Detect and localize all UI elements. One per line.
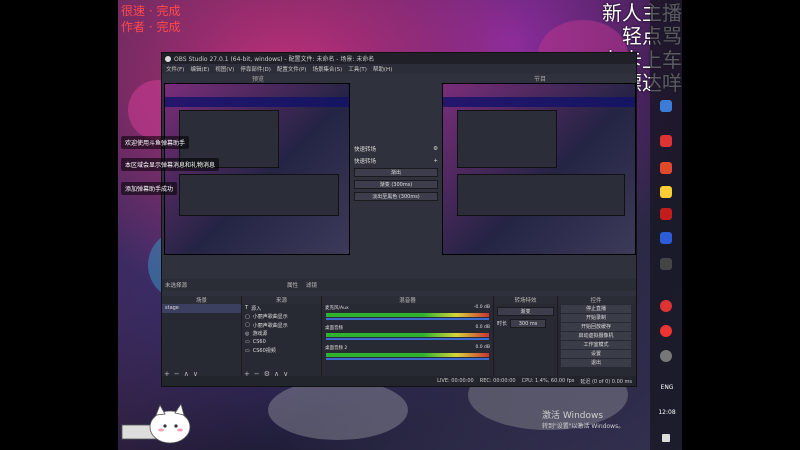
transition-fade-button[interactable]: 渐出 xyxy=(354,168,438,177)
app-icon[interactable] xyxy=(660,300,672,312)
scene-item[interactable]: stage xyxy=(162,304,241,313)
tray-icon[interactable] xyxy=(660,350,672,362)
transition-crossfade-button[interactable]: 渐变 (300ms) xyxy=(354,180,438,189)
volume-meter xyxy=(326,353,489,357)
menu-view[interactable]: 视图(V) xyxy=(215,65,234,73)
overlay-credit-1: 很速 · 完成 xyxy=(121,4,181,18)
menu-scene-collection[interactable]: 场景集合(S) xyxy=(312,65,342,73)
browser-icon[interactable] xyxy=(660,100,672,112)
window-title: OBS Studio 27.0.1 (64-bit, windows) - 配置… xyxy=(174,56,375,63)
program-canvas xyxy=(442,83,636,255)
menu-file[interactable]: 文件(F) xyxy=(166,65,184,73)
mixer-channel: 麦克风/Aux -0.0 dB xyxy=(322,304,493,324)
rec-timer: REC: 00:00:00 xyxy=(479,378,516,384)
duration-label: 时长 xyxy=(497,321,508,327)
source-toolbar: 未选择源 属性 滤镜 xyxy=(162,279,636,291)
sources-header: 来源 xyxy=(242,296,321,304)
mixer-channel: 桌面音频 2 0.0 dB xyxy=(322,344,493,364)
scenes-dock: 场景 stage + − ∧ ∨ xyxy=(162,296,242,378)
mixer-channel: 桌面音频 0.0 dB xyxy=(322,324,493,344)
app-icon[interactable] xyxy=(660,208,672,220)
menu-tools[interactable]: 工具(T) xyxy=(348,65,367,73)
docks-area: 场景 stage + − ∧ ∨ 来源 T 源入 ▢ 小丽声歌曲显示 ▢ 小丽声歌曲显示 … xyxy=(162,296,636,378)
app-icon[interactable] xyxy=(660,232,672,244)
obs-logo-icon xyxy=(165,55,171,62)
source-item[interactable]: ▢ 小丽声歌曲显示 xyxy=(242,313,321,322)
studio-mode-button[interactable]: 工作室模式 xyxy=(561,340,631,349)
volume-slider[interactable] xyxy=(326,338,489,340)
app-icon[interactable] xyxy=(660,258,672,270)
activate-windows-watermark: 激活 Windows 转到"设置"以激活 Windows。 xyxy=(542,408,624,430)
cat-mascot-icon xyxy=(121,403,191,444)
source-item[interactable]: ▢ 小丽声歌曲显示 xyxy=(242,321,321,330)
controls-dock: 控件 停止直播 开始录制 开始回放缓存 启动虚拟摄像机 工作室模式 设置 退出 xyxy=(558,296,634,378)
chat-message: 本区域会显示弹幕消息和礼物消息 xyxy=(121,158,220,171)
cpu-fps: CPU: 1.4%, 60.00 fps xyxy=(521,378,575,384)
mixer-header: 混音器 xyxy=(322,296,493,304)
volume-slider[interactable] xyxy=(326,358,489,360)
mixer-dock: 混音器 麦克风/Aux -0.0 dB 桌面音频 0.0 dB 桌面音频 2 0.0 … xyxy=(322,296,494,378)
latency: 延迟 (0 of 0) 0.00 ms xyxy=(580,378,632,385)
properties-button[interactable]: 属性 xyxy=(287,281,298,289)
clock[interactable]: 12:08 xyxy=(652,409,682,416)
chat-message: 欢迎使用斗鱼弹幕助手 xyxy=(121,136,190,149)
start-virtual-camera-button[interactable]: 启动虚拟摄像机 xyxy=(561,331,631,340)
stop-streaming-button[interactable]: 停止直播 xyxy=(561,304,631,313)
filters-button[interactable]: 滤镜 xyxy=(306,281,317,289)
taskbar xyxy=(650,0,682,450)
notification-icon[interactable] xyxy=(662,434,670,442)
gear-icon[interactable]: ⚙ xyxy=(433,146,438,152)
transition-panel: 快速转场 ⚙ 快速转场 + 渐出 渐变 (300ms) 淡出至黑色 (300ms… xyxy=(354,144,438,224)
preview-label: 预览 xyxy=(252,76,265,83)
start-replay-buffer-button[interactable]: 开始回放缓存 xyxy=(561,322,631,331)
exit-button[interactable]: 退出 xyxy=(561,358,631,367)
chat-message: 添加弹幕助手成功 xyxy=(121,182,178,195)
quick-transition-label: 快速转场 xyxy=(354,146,377,153)
transitions-dock: 转场特效 渐变 时长 300 ms xyxy=(494,296,558,378)
no-source-label: 未选择源 xyxy=(165,283,188,289)
source-item[interactable]: T 源入 xyxy=(242,304,321,313)
scenes-header: 场景 xyxy=(162,296,241,304)
app-icon[interactable] xyxy=(660,135,672,147)
app-icon[interactable] xyxy=(660,325,672,337)
menu-bar: 文件(F) 编辑(E) 视图(V) 停靠部件(D) 配置文件(P) 场景集合(S… xyxy=(162,64,636,74)
activate-subtitle: 转到"设置"以激活 Windows。 xyxy=(542,423,625,430)
status-bar: LIVE: 00:00:00 REC: 00:00:00 CPU: 1.4%, … xyxy=(162,376,636,386)
right-letterbox xyxy=(682,0,800,450)
program-label: 节目 xyxy=(534,76,547,83)
menu-profile[interactable]: 配置文件(P) xyxy=(277,65,307,73)
menu-edit[interactable]: 编辑(E) xyxy=(190,65,209,73)
controls-header: 控件 xyxy=(558,296,634,304)
volume-meter xyxy=(326,313,489,317)
source-item[interactable]: ◎ 游戏源 xyxy=(242,330,321,339)
obs-titlebar[interactable]: OBS Studio 27.0.1 (64-bit, windows) - 配置… xyxy=(162,53,636,64)
source-item[interactable]: ▭ CS60 xyxy=(242,338,321,347)
app-icon[interactable] xyxy=(660,162,672,174)
duration-input[interactable]: 300 ms xyxy=(510,319,547,328)
overlay-credit-2: 作者 · 完成 xyxy=(121,20,181,34)
app-icon[interactable] xyxy=(660,186,672,198)
volume-slider[interactable] xyxy=(326,318,489,320)
transition-fade-black-button[interactable]: 淡出至黑色 (300ms) xyxy=(354,192,438,201)
left-letterbox xyxy=(0,0,118,450)
volume-meter xyxy=(326,333,489,337)
input-language[interactable]: ENG xyxy=(652,384,682,391)
live-timer: LIVE: 00:00:00 xyxy=(437,378,474,384)
start-recording-button[interactable]: 开始录制 xyxy=(561,313,631,322)
source-item[interactable]: ▭ CS60视频 xyxy=(242,347,321,356)
quick-transition-header: 快速转场 ⚙ xyxy=(354,144,438,153)
menu-help[interactable]: 帮助(H) xyxy=(373,65,392,73)
settings-button[interactable]: 设置 xyxy=(561,349,631,358)
menu-docks[interactable]: 停靠部件(D) xyxy=(240,65,271,73)
activate-title: 激活 Windows xyxy=(542,411,604,421)
plus-icon[interactable]: + xyxy=(433,158,438,164)
obs-window[interactable]: OBS Studio 27.0.1 (64-bit, windows) - 配置… xyxy=(161,52,637,387)
transitions-header: 转场特效 xyxy=(494,296,557,304)
transition-select[interactable]: 渐变 xyxy=(497,307,554,316)
sources-dock: 来源 T 源入 ▢ 小丽声歌曲显示 ▢ 小丽声歌曲显示 ◎ 游戏源 ▭ CS60 ▭ CS6… xyxy=(242,296,322,378)
add-transition-row[interactable]: 快速转场 + xyxy=(354,156,438,165)
